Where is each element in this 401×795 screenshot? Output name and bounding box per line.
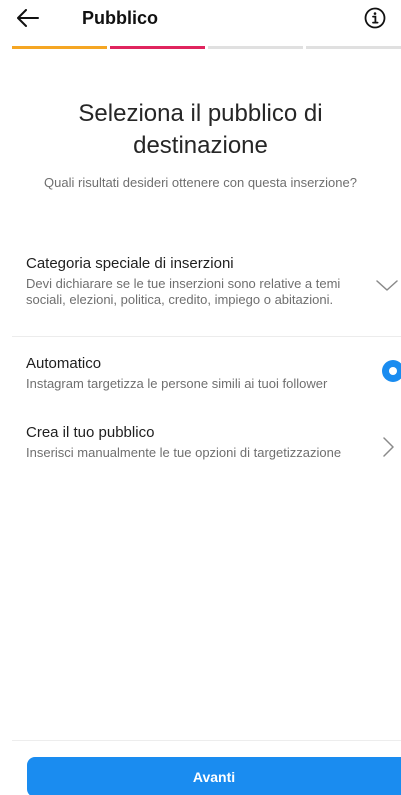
option-title: Categoria speciale di inserzioni xyxy=(26,255,234,272)
option-automatic[interactable]: Automatico Instagram targetizza le perso… xyxy=(26,354,401,394)
progress-segment-1 xyxy=(12,46,107,49)
chevron-down-icon[interactable] xyxy=(375,274,399,298)
option-title: Crea il tuo pubblico xyxy=(26,424,155,441)
divider xyxy=(12,336,401,337)
option-title: Automatico xyxy=(26,355,102,372)
option-description: Inserisci manualmente le tue opzioni di … xyxy=(26,445,342,460)
footer-divider xyxy=(12,740,401,741)
step-progress xyxy=(12,46,401,49)
option-description: Devi dichiarare se le tue inserzioni son… xyxy=(26,276,341,307)
chevron-right-icon[interactable] xyxy=(379,435,399,459)
radio-selected-icon xyxy=(382,360,401,382)
next-button[interactable]: Avanti xyxy=(27,757,401,795)
info-button[interactable] xyxy=(361,6,389,34)
back-button[interactable] xyxy=(12,6,44,34)
option-create-audience[interactable]: Crea il tuo pubblico Inserisci manualmen… xyxy=(26,423,401,483)
progress-segment-2 xyxy=(110,46,205,49)
radio-button[interactable] xyxy=(381,359,401,383)
page-title: Pubblico xyxy=(82,8,158,28)
hero-title: Seleziona il pubblico di destinazione xyxy=(78,100,323,159)
info-icon xyxy=(364,7,386,34)
progress-segment-4 xyxy=(306,46,401,49)
progress-segment-3 xyxy=(208,46,303,49)
option-description: Instagram targetizza le persone simili a… xyxy=(26,376,328,391)
hero-subtitle: Quali risultati desideri ottenere con qu… xyxy=(44,175,357,190)
option-special-ad-category[interactable]: Categoria speciale di inserzioni Devi di… xyxy=(26,254,401,334)
top-bar: Pubblico xyxy=(0,0,401,40)
arrow-left-icon xyxy=(17,8,39,32)
